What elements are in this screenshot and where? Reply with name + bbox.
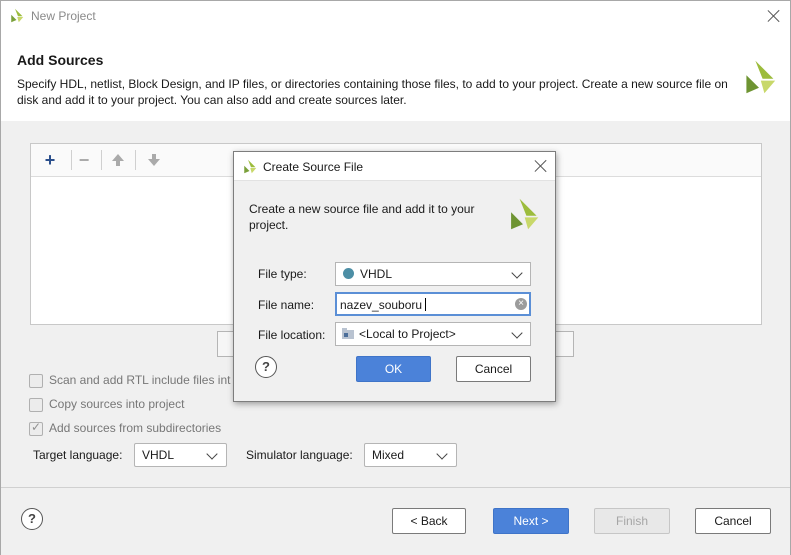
chevron-down-icon [436,448,448,460]
toolbar-separator [101,150,102,170]
dialog-title: Create Source File [263,160,364,174]
simulator-language-label: Simulator language: [246,448,353,462]
remove-icon[interactable]: − [73,150,95,170]
file-type-label: File type: [258,267,307,281]
add-subdirs-label: Add sources from subdirectories [49,421,222,435]
help-icon[interactable]: ? [21,508,43,530]
file-name-label: File name: [258,298,315,312]
page-heading: Add Sources [17,52,104,68]
target-language-select[interactable]: VHDL [134,443,227,467]
vhdl-icon [343,268,354,279]
ok-button[interactable]: OK [356,356,431,382]
scan-rtl-option[interactable]: Scan and add RTL include files int [29,373,249,389]
copy-sources-option[interactable]: Copy sources into project [29,397,249,413]
vivado-logo-icon [746,60,776,94]
vivado-logo-icon [11,8,24,23]
window-title: New Project [31,9,96,23]
create-source-file-dialog: Create Source File Create a new source f… [233,151,556,402]
scan-rtl-checkbox[interactable] [29,374,43,388]
file-name-value: nazev_souboru [340,298,423,312]
cancel-button[interactable]: Cancel [695,508,771,534]
chevron-down-icon [511,267,523,279]
help-icon[interactable]: ? [255,356,277,378]
vivado-logo-icon [244,159,257,174]
file-type-select[interactable]: VHDL [335,262,531,286]
file-type-value: VHDL [360,267,393,281]
file-location-select[interactable]: <Local to Project> [335,322,531,346]
folder-icon [342,328,354,339]
toolbar-separator [71,150,72,170]
dialog-body: Create a new source file and add it to y… [234,181,555,401]
dialog-titlebar: Create Source File [234,152,555,181]
page-description: Specify HDL, netlist, Block Design, and … [17,77,728,107]
add-subdirs-option[interactable]: Add sources from subdirectories [29,420,249,437]
next-button[interactable]: Next > [493,508,569,534]
copy-sources-checkbox[interactable] [29,398,43,412]
dialog-cancel-button[interactable]: Cancel [456,356,531,382]
window-titlebar: New Project [1,1,790,31]
target-language-value: VHDL [142,448,175,462]
target-language-label: Target language: [33,448,123,462]
close-icon[interactable] [767,9,781,23]
toolbar-separator [135,150,136,170]
chevron-down-icon [206,448,218,460]
add-subdirs-checkbox[interactable] [29,420,43,436]
file-name-input[interactable]: nazev_souboru × [335,292,531,316]
move-down-icon[interactable] [147,153,161,167]
simulator-language-value: Mixed [372,448,405,462]
dialog-description: Create a new source file and add it to y… [249,202,475,232]
move-up-icon[interactable] [111,153,125,167]
add-icon[interactable]: + [39,150,61,170]
simulator-language-select[interactable]: Mixed [364,443,457,467]
clear-icon[interactable]: × [515,298,527,310]
copy-sources-label: Copy sources into project [49,397,185,411]
finish-button[interactable]: Finish [594,508,670,534]
vivado-logo-icon [511,198,539,230]
scan-rtl-label: Scan and add RTL include files int [49,373,231,387]
text-cursor [425,298,426,311]
back-button[interactable]: < Back [392,508,466,534]
chevron-down-icon [511,327,523,339]
file-location-label: File location: [258,328,326,342]
file-location-value: <Local to Project> [359,327,456,341]
close-icon[interactable] [534,159,548,173]
